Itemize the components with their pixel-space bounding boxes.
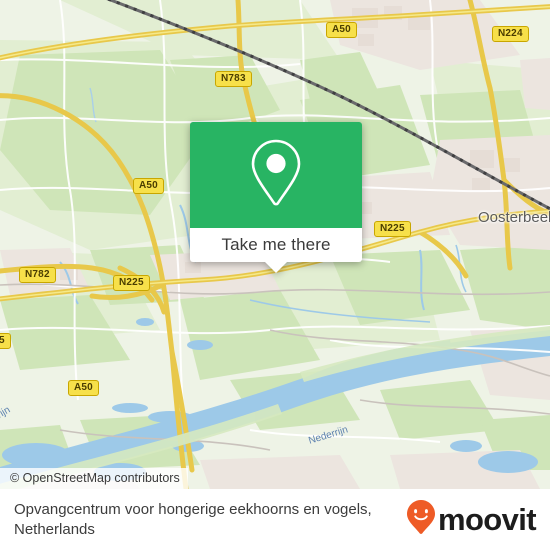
road-shield-n782[interactable]: N782: [19, 267, 56, 283]
osm-attribution[interactable]: © OpenStreetMap contributors: [0, 468, 188, 489]
moovit-brand[interactable]: moovit: [406, 499, 537, 540]
road-shield-a50-top[interactable]: A50: [326, 22, 357, 38]
moovit-smiley-pin-icon: [406, 499, 436, 540]
callout-tail-pointer: [265, 262, 287, 273]
callout-action-panel[interactable]: Take me there: [190, 228, 362, 273]
footer-bar: Opvangcentrum voor hongerige eekhoorns e…: [0, 489, 550, 550]
road-shield-clipped-left[interactable]: 5: [0, 333, 11, 349]
road-shield-a50-left[interactable]: A50: [133, 178, 164, 194]
road-shield-n225-left[interactable]: N225: [113, 275, 150, 291]
callout-pin-panel[interactable]: [190, 122, 362, 228]
location-callout-card[interactable]: Take me there: [190, 122, 362, 273]
map-canvas[interactable]: A50 N783 N224 A50 N225 N782 N225 A50 5 O…: [0, 0, 550, 489]
road-shield-n224[interactable]: N224: [492, 26, 529, 42]
moovit-wordmark: moovit: [437, 502, 537, 537]
location-title: Opvangcentrum voor hongerige eekhoorns e…: [14, 500, 372, 538]
road-shield-n225-right[interactable]: N225: [374, 221, 411, 237]
map-pin-icon: [247, 137, 305, 214]
place-label-oosterbeek: Oosterbeek: [478, 209, 550, 226]
take-me-there-label: Take me there: [221, 235, 331, 254]
road-shield-n783[interactable]: N783: [215, 71, 252, 87]
road-shield-a50-bottom[interactable]: A50: [68, 380, 99, 396]
